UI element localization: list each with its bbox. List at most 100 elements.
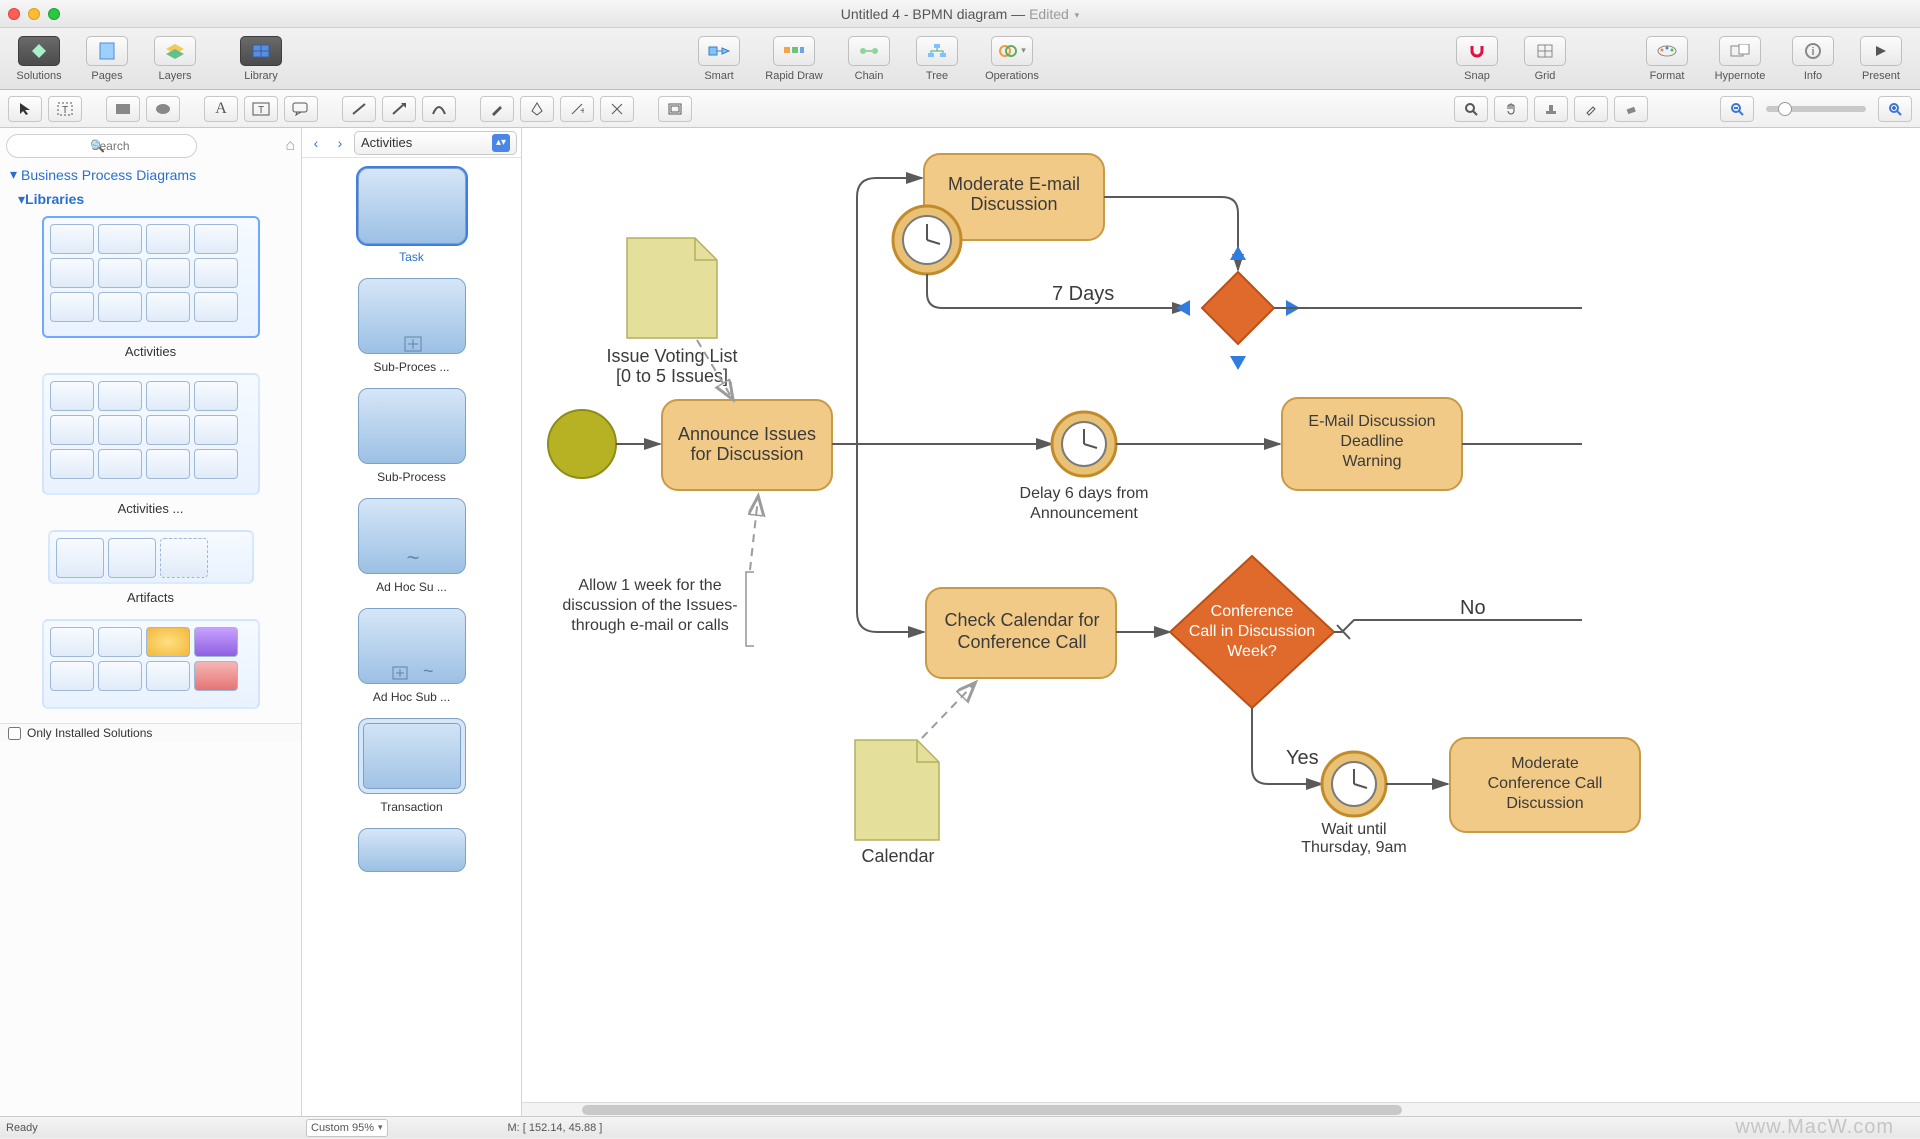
svg-text:Calendar: Calendar [861, 846, 934, 866]
canvas-h-scrollbar[interactable] [522, 1102, 1920, 1116]
svg-text:for Discussion: for Discussion [690, 444, 803, 464]
diagram-svg[interactable]: Issue Voting List [0 to 5 Issues] Announ… [522, 128, 1920, 1116]
shape-task[interactable]: Task [358, 168, 466, 264]
eraser-tool[interactable] [1614, 96, 1648, 122]
shape-transaction[interactable]: Transaction [358, 718, 466, 814]
library-button[interactable]: Library [230, 36, 292, 82]
frame-tool[interactable] [658, 96, 692, 122]
pages-button[interactable]: Pages [76, 36, 138, 82]
arrow-tool[interactable] [382, 96, 416, 122]
eyedropper-tool[interactable] [1574, 96, 1608, 122]
timer-wait[interactable] [1322, 752, 1386, 816]
svg-text:Moderate E-mail: Moderate E-mail [948, 174, 1080, 194]
svg-text:Warning: Warning [1343, 453, 1402, 470]
label-no: No [1460, 597, 1486, 619]
snap-button[interactable]: Snap [1446, 36, 1508, 82]
start-event[interactable] [548, 410, 616, 478]
svg-text:~: ~ [423, 661, 434, 681]
handle-down[interactable] [1230, 356, 1246, 370]
zoom-tool[interactable] [1454, 96, 1488, 122]
svg-text:T: T [258, 105, 264, 116]
text-box-tool[interactable]: T [48, 96, 82, 122]
label-yes: Yes [1286, 747, 1319, 769]
handle-left[interactable] [1176, 300, 1190, 316]
line-tool[interactable] [342, 96, 376, 122]
handle-up[interactable] [1230, 246, 1246, 260]
timer-moderate[interactable] [893, 206, 961, 274]
grid-button[interactable]: Grid [1514, 36, 1576, 82]
svg-text:~: ~ [406, 545, 419, 570]
doc-issue-voting[interactable] [627, 238, 717, 338]
text-frame-tool[interactable]: T [244, 96, 278, 122]
shape-adhoc-sub[interactable]: ~Ad Hoc Sub ... [358, 608, 466, 704]
tree-button[interactable]: Tree [906, 36, 968, 82]
shape-more[interactable] [358, 828, 466, 872]
palette-activities[interactable]: Activities [42, 216, 260, 359]
svg-text:discussion of the Issues-: discussion of the Issues- [562, 597, 737, 614]
dropdown-icon: ▴▾ [492, 134, 510, 152]
pen-tool[interactable] [520, 96, 554, 122]
shape-subprocess[interactable]: Sub-Process [358, 388, 466, 484]
zoom-select[interactable]: Custom 95%▾ [306, 1119, 388, 1137]
present-button[interactable]: Present [1850, 36, 1912, 82]
watermark: www.MacW.com [1735, 1116, 1894, 1139]
text-tool[interactable]: A [204, 96, 238, 122]
format-button[interactable]: Format [1636, 36, 1698, 82]
callout-tool[interactable] [284, 96, 318, 122]
zoom-out-button[interactable] [1720, 96, 1754, 122]
pointer-tool[interactable] [8, 96, 42, 122]
only-installed-checkbox[interactable] [8, 727, 21, 740]
spline-tool[interactable] [422, 96, 456, 122]
search-icon: 🔍 [90, 139, 105, 153]
edge-no[interactable] [1334, 620, 1582, 632]
doc-issue-voting-label-2: [0 to 5 Issues] [616, 366, 728, 386]
edge-announce-checkcal[interactable] [857, 444, 924, 632]
hypernote-button[interactable]: Hypernote [1704, 36, 1776, 82]
square-tool[interactable] [106, 96, 140, 122]
doc-issue-voting-label-1: Issue Voting List [606, 346, 737, 366]
smart-button[interactable]: Smart [688, 36, 750, 82]
zoom-knob[interactable] [1778, 102, 1792, 116]
chevron-down-icon[interactable]: ▾ [1075, 10, 1080, 20]
canvas[interactable]: Issue Voting List [0 to 5 Issues] Announ… [522, 128, 1920, 1116]
text-annotation[interactable] [746, 572, 754, 646]
zoom-in-button[interactable] [1878, 96, 1912, 122]
svg-text:Thursday, 9am: Thursday, 9am [1301, 839, 1407, 856]
scissors-tool[interactable] [600, 96, 634, 122]
library-select[interactable]: Activities ▴▾ [354, 131, 517, 155]
shape-list[interactable]: Task Sub-Proces ... Sub-Process ~Ad Hoc … [302, 158, 521, 1116]
edge-moderate-gw[interactable] [1104, 197, 1238, 270]
title-separator: — [1007, 6, 1029, 22]
section-bpd[interactable]: ▾Business Process Diagrams [0, 164, 301, 189]
palette-more[interactable] [42, 619, 260, 709]
info-button[interactable]: iInfo [1782, 36, 1844, 82]
home-icon[interactable]: ⌂ [285, 137, 295, 155]
only-installed-label: Only Installed Solutions [27, 726, 152, 740]
solutions-button[interactable]: Solutions [8, 36, 70, 82]
doc-calendar[interactable] [855, 740, 939, 840]
lib-back-button[interactable]: ‹ [306, 133, 326, 153]
section-libraries[interactable]: ▾Libraries [0, 189, 301, 216]
timer-delay[interactable] [1052, 412, 1116, 476]
chain-button[interactable]: Chain [838, 36, 900, 82]
lib-forward-button[interactable]: › [330, 133, 350, 153]
rapid-draw-button[interactable]: Rapid Draw [756, 36, 832, 82]
hand-tool[interactable] [1494, 96, 1528, 122]
operations-button[interactable]: ▾Operations [974, 36, 1050, 82]
edge-yes[interactable] [1252, 708, 1322, 784]
ellipse-tool[interactable] [146, 96, 180, 122]
shape-subprocess-collapsed[interactable]: Sub-Proces ... [358, 278, 466, 374]
palette-activities-more[interactable]: Activities ... [42, 373, 260, 516]
layers-button[interactable]: Layers [144, 36, 206, 82]
status-ready: Ready [6, 1122, 306, 1134]
status-bar: Ready Custom 95%▾ M: [ 152.14, 45.88 ] w… [0, 1116, 1920, 1138]
add-point-tool[interactable]: + [560, 96, 594, 122]
shape-adhoc-collapsed[interactable]: ~Ad Hoc Su ... [358, 498, 466, 594]
assoc-note-announce[interactable] [750, 498, 758, 570]
assoc-calendar-check[interactable] [922, 684, 974, 738]
window-title: Untitled 4 - BPMN diagram — Edited ▾ [0, 6, 1920, 22]
pencil-tool[interactable] [480, 96, 514, 122]
palette-artifacts[interactable]: Artifacts [48, 530, 254, 605]
stamp-tool[interactable] [1534, 96, 1568, 122]
zoom-slider[interactable] [1766, 106, 1866, 112]
